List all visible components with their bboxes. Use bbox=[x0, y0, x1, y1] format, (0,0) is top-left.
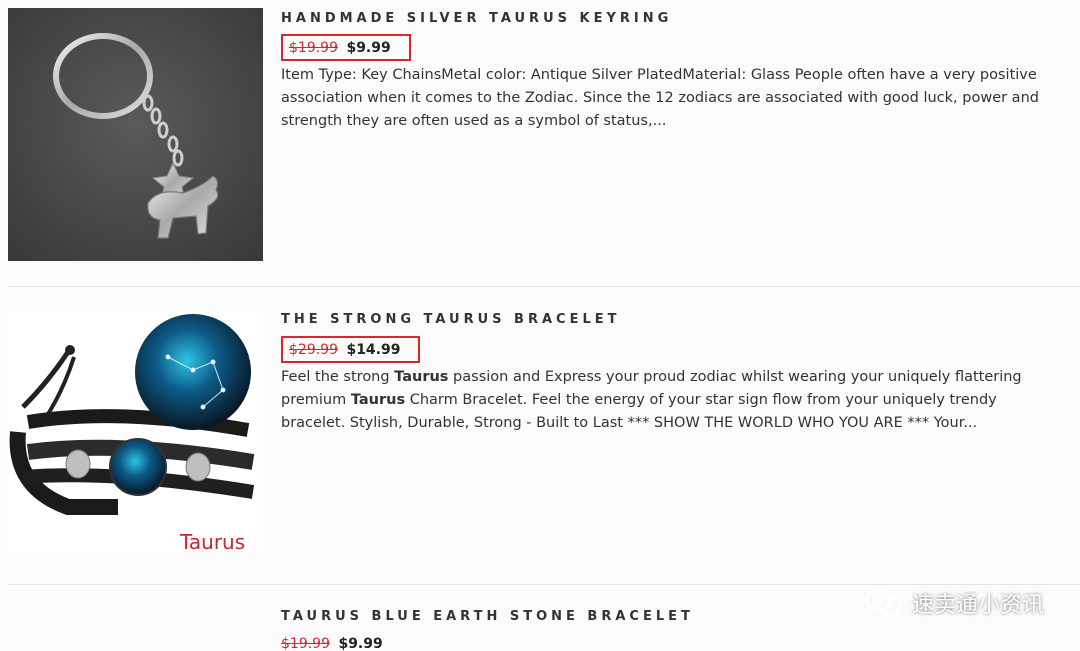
new-price: $14.99 bbox=[346, 342, 401, 358]
product-title[interactable]: THE STRONG TAURUS BRACELET bbox=[281, 312, 1060, 327]
image-caption: Taurus bbox=[180, 530, 246, 552]
new-price: $9.99 bbox=[346, 40, 391, 56]
product-info: THE STRONG TAURUS BRACELET $29.99 $14.99… bbox=[281, 312, 1060, 435]
desc-keyword: Taurus bbox=[350, 392, 406, 408]
wechat-icon bbox=[865, 588, 902, 616]
price-box: $19.99 $9.99 bbox=[281, 34, 411, 61]
watermark: 速卖通小资讯 bbox=[864, 586, 1044, 620]
price-row: $19.99 $9.99 bbox=[281, 636, 1060, 651]
product-card[interactable]: Taurus THE STRONG TAURUS BRACELET $29.99… bbox=[8, 287, 1080, 585]
desc-keyword: Taurus bbox=[394, 369, 449, 385]
old-price: $19.99 bbox=[281, 636, 330, 651]
product-list: HANDMADE SILVER TAURUS KEYRING $19.99 $9… bbox=[0, 0, 1080, 651]
watermark-text: 速卖通小资讯 bbox=[911, 593, 1044, 618]
product-info: HANDMADE SILVER TAURUS KEYRING $19.99 $9… bbox=[281, 11, 1060, 133]
new-price: $9.99 bbox=[338, 636, 383, 651]
old-price: $19.99 bbox=[289, 40, 338, 56]
old-price: $29.99 bbox=[289, 342, 338, 358]
keyring-image bbox=[8, 8, 263, 261]
product-description: Feel the strong Taurus passion and Expre… bbox=[281, 366, 1060, 435]
product-image-bracelet[interactable]: Taurus bbox=[8, 312, 263, 552]
product-title[interactable]: HANDMADE SILVER TAURUS KEYRING bbox=[281, 11, 1060, 26]
desc-part: Feel the strong bbox=[281, 369, 395, 385]
bracelet-image bbox=[9, 314, 255, 515]
price-box: $29.99 $14.99 bbox=[281, 336, 421, 363]
product-card[interactable]: HANDMADE SILVER TAURUS KEYRING $19.99 $9… bbox=[8, 0, 1080, 287]
product-image-keyring[interactable] bbox=[8, 8, 263, 261]
product-description: Item Type: Key ChainsMetal color: Antiqu… bbox=[281, 67, 1039, 129]
